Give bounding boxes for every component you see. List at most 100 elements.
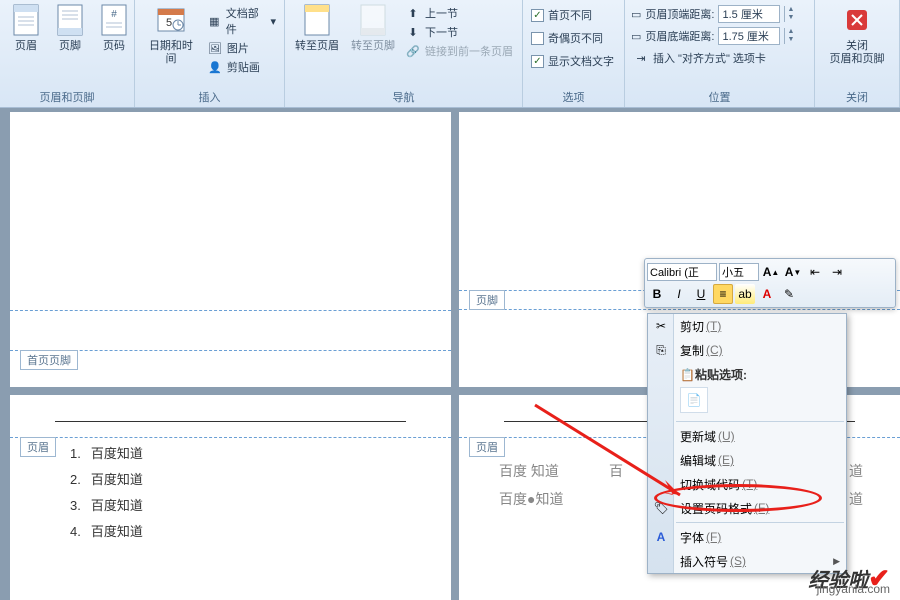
- calendar-icon: 5: [155, 4, 187, 36]
- group-close: 关闭页眉和页脚 关闭: [815, 0, 900, 107]
- header-icon: [10, 4, 42, 36]
- group-nav: 转至页眉 转至页脚 ⬆上一节 ⬇下一节 🔗链接到前一条页眉 导航: [285, 0, 523, 107]
- group-label: 关闭: [821, 87, 893, 107]
- diff-first-checkbox[interactable]: 首页不同: [529, 6, 616, 24]
- clipart-icon: 👤: [207, 59, 223, 75]
- copy-icon: ⎘: [652, 341, 670, 359]
- faded-text: 百度●知道: [499, 489, 563, 509]
- goto-footer-icon: [357, 4, 389, 36]
- fontsize-combo[interactable]: 小五: [719, 263, 759, 281]
- footer-icon: [54, 4, 86, 36]
- up-icon: ⬆: [405, 5, 421, 21]
- doc-parts-button[interactable]: ▦文档部件 ▾: [205, 4, 278, 38]
- page-1[interactable]: 首页页脚: [10, 112, 451, 387]
- clipboard-icon: 📋: [680, 368, 695, 382]
- document-content: 1.百度知道 2.百度知道 3.百度知道 4.百度知道: [70, 441, 143, 545]
- faded-text: 道: [849, 461, 863, 481]
- font-icon: A: [652, 528, 670, 546]
- picture-icon: 🖼: [207, 40, 223, 56]
- menu-cut[interactable]: ✂剪切(T): [648, 314, 846, 338]
- svg-text:5: 5: [166, 17, 172, 29]
- menu-toggle-field-code[interactable]: 切换域代码(T): [648, 472, 846, 496]
- footer-tab: 页脚: [469, 290, 505, 310]
- format-painter-button[interactable]: ✎: [779, 284, 799, 304]
- mini-toolbar: Calibri (正 小五 A▲ A▼ ⇤ ⇥ B I U ≡ ab A ✎: [644, 258, 896, 308]
- align-icon: ⇥: [633, 50, 649, 66]
- group-options: 首页不同 奇偶页不同 显示文档文字 选项: [523, 0, 625, 107]
- link-prev-button: 🔗链接到前一条页眉: [403, 42, 515, 60]
- header-distance-row: ▭ 页眉顶端距离: 1.5 厘米 ▲▼: [631, 5, 796, 23]
- spinner[interactable]: ▲▼: [784, 6, 796, 22]
- header-rule: [55, 421, 406, 422]
- group-label: 插入: [141, 87, 278, 107]
- grow-font-button[interactable]: A▲: [761, 262, 781, 282]
- pagenum-button[interactable]: # 页码: [94, 2, 134, 55]
- picture-button[interactable]: 🖼图片: [205, 39, 278, 57]
- group-label: 选项: [529, 87, 618, 107]
- header-tab: 页眉: [20, 437, 56, 457]
- header-button[interactable]: 页眉: [6, 2, 46, 55]
- increase-indent-button[interactable]: ⇥: [827, 262, 847, 282]
- ribbon: 页眉 页脚 # 页码 页眉和页脚 5 日期和时间: [0, 0, 900, 108]
- faded-text: 百度 知道: [499, 461, 559, 481]
- goto-header-button[interactable]: 转至页眉: [291, 2, 343, 55]
- context-menu: ✂剪切(T) ⎘复制(C) 📋粘贴选项: 📄 更新域(U) 编辑域(E) 切换域…: [647, 313, 847, 574]
- menu-edit-field[interactable]: 编辑域(E): [648, 448, 846, 472]
- paste-options-header: 📋粘贴选项:: [648, 362, 846, 385]
- first-page-footer-tab: 首页页脚: [20, 350, 78, 370]
- footer-distance-input[interactable]: 1.75 厘米: [718, 27, 780, 45]
- goto-footer-button[interactable]: 转至页脚: [347, 2, 399, 55]
- insert-align-tab-button[interactable]: ⇥插入 "对齐方式" 选项卡: [631, 49, 796, 67]
- watermark: 经验啦✔ jingyanla.com: [808, 563, 890, 594]
- group-insert: 5 日期和时间 ▦文档部件 ▾ 🖼图片 👤剪贴画 插入: [135, 0, 285, 107]
- parts-icon: ▦: [207, 13, 222, 29]
- shrink-font-button[interactable]: A▼: [783, 262, 803, 282]
- checkbox-icon: [531, 9, 544, 22]
- show-text-checkbox[interactable]: 显示文档文字: [529, 52, 616, 70]
- group-header-footer: 页眉 页脚 # 页码 页眉和页脚: [0, 0, 135, 107]
- footer-distance-row: ▭ 页眉底端距离: 1.75 厘米 ▲▼: [631, 27, 796, 45]
- close-header-footer-button[interactable]: 关闭页眉和页脚: [826, 2, 889, 68]
- pagenum-icon: #: [98, 4, 130, 36]
- datetime-button[interactable]: 5 日期和时间: [141, 2, 201, 68]
- down-icon: ⬇: [405, 24, 421, 40]
- decrease-indent-button[interactable]: ⇤: [805, 262, 825, 282]
- align-center-button[interactable]: ≡: [713, 284, 733, 304]
- next-section-button[interactable]: ⬇下一节: [403, 23, 515, 41]
- footer-dist-icon: ▭: [631, 30, 641, 43]
- paste-keep-source-button[interactable]: 📄: [680, 387, 708, 413]
- clipart-button[interactable]: 👤剪贴画: [205, 58, 278, 76]
- underline-button[interactable]: U: [691, 284, 711, 304]
- diff-oddeven-checkbox[interactable]: 奇偶页不同: [529, 29, 616, 47]
- menu-font[interactable]: A字体(F): [648, 525, 846, 549]
- checkbox-icon: [531, 55, 544, 68]
- font-combo[interactable]: Calibri (正: [647, 263, 717, 281]
- font-color-button[interactable]: A: [757, 284, 777, 304]
- header-dist-icon: ▭: [631, 8, 641, 21]
- faded-text: 道: [849, 489, 863, 509]
- close-icon: [841, 4, 873, 36]
- prev-section-button[interactable]: ⬆上一节: [403, 4, 515, 22]
- italic-button[interactable]: I: [669, 284, 689, 304]
- checkbox-icon: [531, 32, 544, 45]
- scissors-icon: ✂: [652, 317, 670, 335]
- faded-text: 百: [609, 461, 623, 481]
- menu-format-page-number[interactable]: 🏷设置页码格式(F): [648, 496, 846, 520]
- link-icon: 🔗: [405, 43, 421, 59]
- menu-update-field[interactable]: 更新域(U): [648, 424, 846, 448]
- page-3[interactable]: 页眉 1.百度知道 2.百度知道 3.百度知道 4.百度知道: [10, 395, 451, 600]
- group-position: ▭ 页眉顶端距离: 1.5 厘米 ▲▼ ▭ 页眉底端距离: 1.75 厘米 ▲▼…: [625, 0, 815, 107]
- pagenum-format-icon: 🏷: [652, 499, 670, 517]
- bold-button[interactable]: B: [647, 284, 667, 304]
- group-label: 位置: [631, 87, 808, 107]
- footer-button[interactable]: 页脚: [50, 2, 90, 55]
- group-label: 导航: [291, 87, 516, 107]
- spinner[interactable]: ▲▼: [784, 28, 796, 44]
- paste-options: 📄: [648, 385, 846, 419]
- goto-header-icon: [301, 4, 333, 36]
- svg-text:#: #: [111, 9, 117, 20]
- highlight-button[interactable]: ab: [735, 284, 755, 304]
- menu-copy[interactable]: ⎘复制(C): [648, 338, 846, 362]
- header-distance-input[interactable]: 1.5 厘米: [718, 5, 780, 23]
- group-label: 页眉和页脚: [6, 87, 128, 107]
